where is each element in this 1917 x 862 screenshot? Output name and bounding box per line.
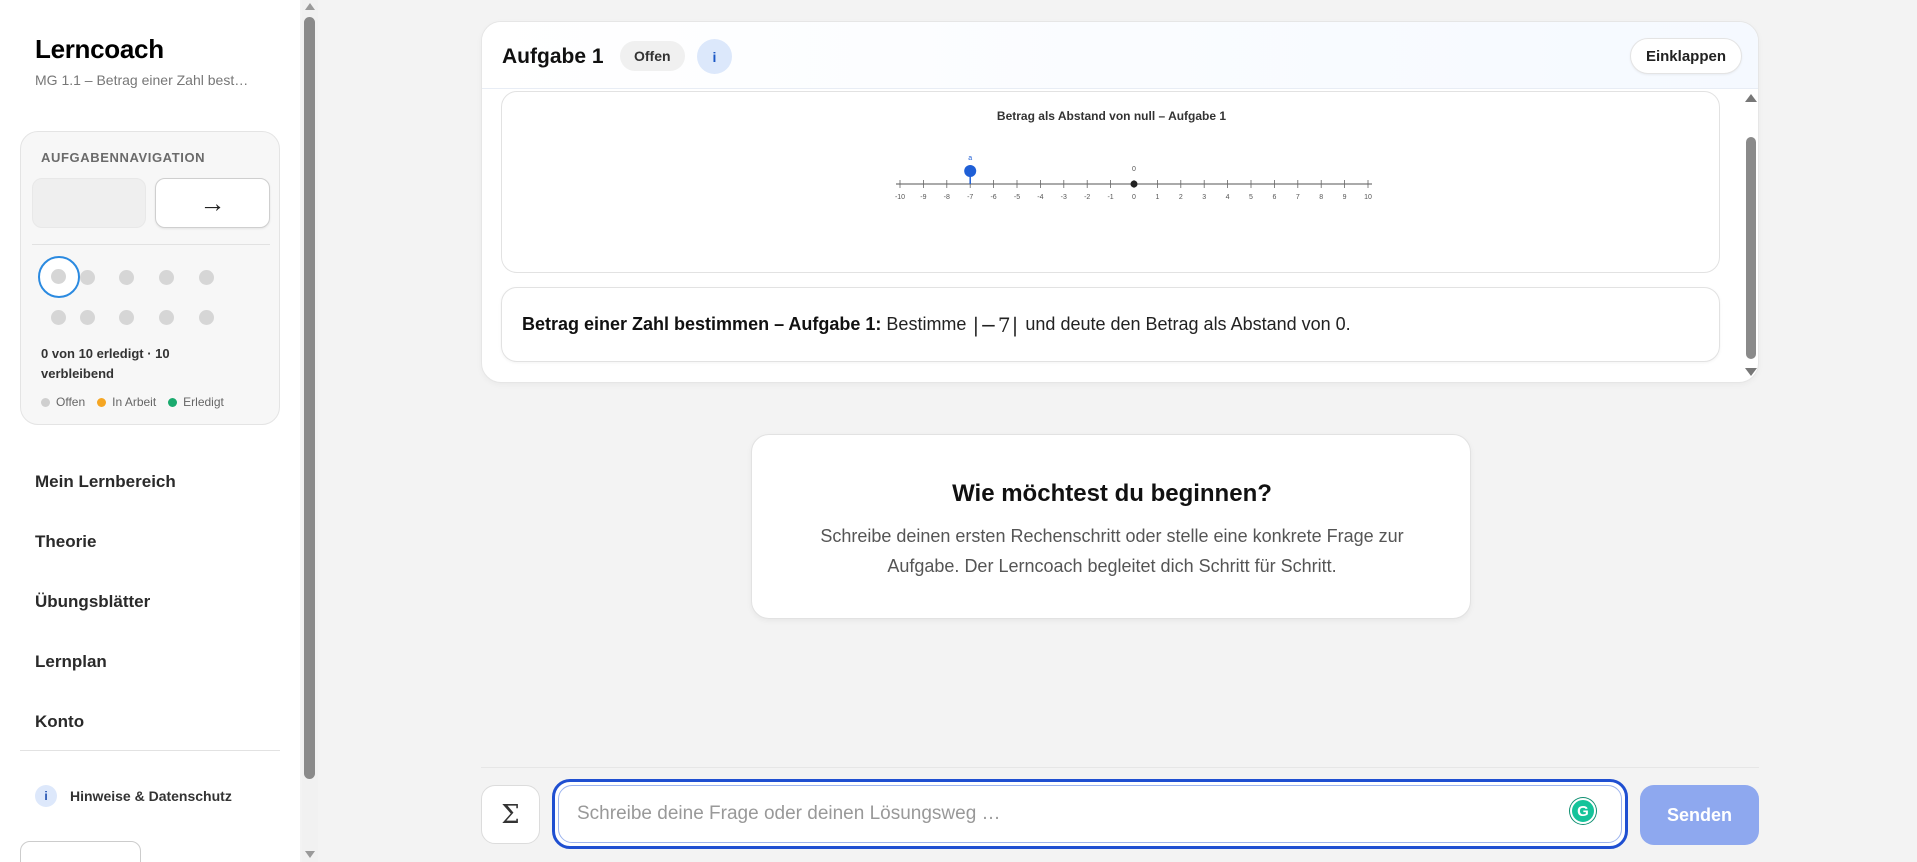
logout-button[interactable] [20, 841, 141, 862]
start-title: Wie möchtest du beginnen? [952, 480, 1272, 507]
task-dot-9[interactable] [159, 310, 174, 325]
tick-label: -2 [1084, 194, 1090, 201]
tick-label: 3 [1202, 194, 1206, 201]
question-post: und deute den Betrag als Abstand von 0. [1025, 314, 1351, 334]
task-navigation-card: AUFGABENNAVIGATION → 0 von 10 erledigt ·… [20, 131, 280, 425]
question-pre: Bestimme [886, 314, 967, 334]
tick-label: 4 [1226, 194, 1230, 201]
figure-title: Betrag als Abstand von null – Aufgabe 1 [996, 109, 1227, 123]
sidebar-link-mein-lernbereich[interactable]: Mein Lernbereich [35, 472, 176, 492]
task-dot-7[interactable] [80, 310, 95, 325]
point-a [964, 165, 977, 177]
task-dot-2[interactable] [80, 270, 95, 285]
start-text: Schreibe deinen ersten Rechenschritt ode… [820, 526, 1404, 576]
task-scrollbar-thumb[interactable] [1746, 137, 1756, 359]
info-icon: i [35, 785, 57, 807]
task-dot-3[interactable] [119, 270, 134, 285]
task-dot-4[interactable] [159, 270, 174, 285]
tick-label: 6 [1272, 194, 1276, 201]
sidebar-divider [20, 750, 280, 751]
sigma-icon: Σ [501, 799, 520, 830]
task-info-icon[interactable]: i [697, 39, 732, 74]
status-legend: Offen In Arbeit Erledigt [41, 395, 224, 409]
arrow-right-icon: → [199, 187, 226, 218]
scroll-down-arrow-icon[interactable] [305, 851, 315, 858]
task-dot-6[interactable] [51, 310, 66, 325]
tick-label: 10 [1364, 194, 1372, 201]
task-dot-1-active[interactable] [38, 256, 80, 298]
progress-text: 0 von 10 erledigt · 10 verbleibend [41, 346, 170, 381]
scroll-up-arrow-icon[interactable] [305, 3, 315, 10]
tick-label: -4 [1037, 194, 1043, 201]
point-a-label: a [968, 155, 972, 162]
app-subtitle: MG 1.1 – Betrag einer Zahl best… [35, 72, 249, 88]
composer-divider [481, 767, 1759, 768]
tick-label: -3 [1061, 194, 1067, 201]
tick-label: 0 [1132, 194, 1136, 201]
privacy-link-label: Hinweise & Datenschutz [70, 788, 232, 804]
legend-in-progress: In Arbeit [97, 395, 156, 409]
task-dot-10[interactable] [199, 310, 214, 325]
task-dot-8[interactable] [119, 310, 134, 325]
tick-label: -6 [990, 194, 996, 201]
origin-label: 0 [1132, 166, 1136, 173]
tick-label: -1 [1107, 194, 1113, 201]
previous-task-button[interactable] [32, 178, 146, 228]
chat-input-wrapper: G [552, 779, 1628, 849]
tick-label: -9 [920, 194, 926, 201]
collapse-button[interactable]: Einklappen [1629, 38, 1742, 74]
done-dot-icon [168, 397, 178, 407]
task-card: Aufgabe 1 Offen i Einklappen Betrag als … [481, 21, 1759, 383]
number-line-figure: Betrag als Abstand von null – Aufgabe 1 … [501, 91, 1720, 273]
task-scroll-up-icon[interactable] [1745, 94, 1757, 102]
task-navigation-title: AUFGABENNAVIGATION [41, 150, 206, 165]
open-dot-icon [41, 397, 50, 407]
tick-label: -5 [1014, 194, 1020, 201]
app-title: Lerncoach [35, 34, 164, 64]
grammarly-icon[interactable]: G [1570, 798, 1596, 824]
next-task-button[interactable]: → [155, 178, 270, 228]
sidebar-scrollbar-thumb[interactable] [304, 17, 315, 779]
task-title: Aufgabe 1 [502, 45, 604, 68]
privacy-link[interactable]: i Hinweise & Datenschutz [35, 785, 232, 807]
number-line-svg: -10 -9 -8 -7 -6 -5 -4 -3 -2 -1 0 1 2 3 4 5 6 7 8 9 100a [895, 155, 1372, 201]
sidebar-link-theorie[interactable]: Theorie [35, 532, 96, 552]
math-symbols-button[interactable]: Σ [481, 785, 540, 844]
tick-label: -7 [967, 194, 973, 201]
send-button[interactable]: Senden [1640, 785, 1759, 845]
tick-label: 1 [1155, 194, 1159, 201]
legend-open: Offen [41, 395, 85, 409]
tick-label: -10 [895, 194, 905, 201]
sidebar-link-konto[interactable]: Konto [35, 712, 84, 732]
chat-input-inner: G [558, 785, 1622, 843]
status-badge: Offen [620, 41, 685, 71]
sidebar-link-lernplan[interactable]: Lernplan [35, 652, 107, 672]
task-dot-5[interactable] [199, 270, 214, 285]
origin-point [1130, 180, 1138, 188]
chat-input[interactable] [577, 786, 1537, 842]
tick-label: 7 [1296, 194, 1300, 201]
tick-label: -8 [944, 194, 950, 201]
in-progress-dot-icon [97, 397, 107, 407]
tick-label: 9 [1343, 194, 1347, 201]
sidebar-link-uebungsblaetter[interactable]: Übungsblätter [35, 592, 150, 612]
tick-label: 2 [1179, 194, 1183, 201]
question-heading: Betrag einer Zahl bestimmen – Aufgabe 1: [522, 314, 882, 334]
tick-label: 5 [1249, 194, 1253, 201]
tick-label: 8 [1319, 194, 1323, 201]
task-dot-1 [51, 269, 66, 284]
start-prompt-card: Wie möchtest du beginnen? Schreibe deine… [751, 434, 1471, 619]
task-scroll-down-icon[interactable] [1745, 368, 1757, 376]
legend-done: Erledigt [168, 395, 224, 409]
question-box: Betrag einer Zahl bestimmen – Aufgabe 1:… [501, 287, 1720, 362]
question-math: |−7| [972, 312, 1020, 337]
task-header: Aufgabe 1 Offen i Einklappen [482, 22, 1758, 89]
sidebar: Lerncoach MG 1.1 – Betrag einer Zahl bes… [0, 0, 300, 862]
nav-divider [32, 244, 270, 245]
